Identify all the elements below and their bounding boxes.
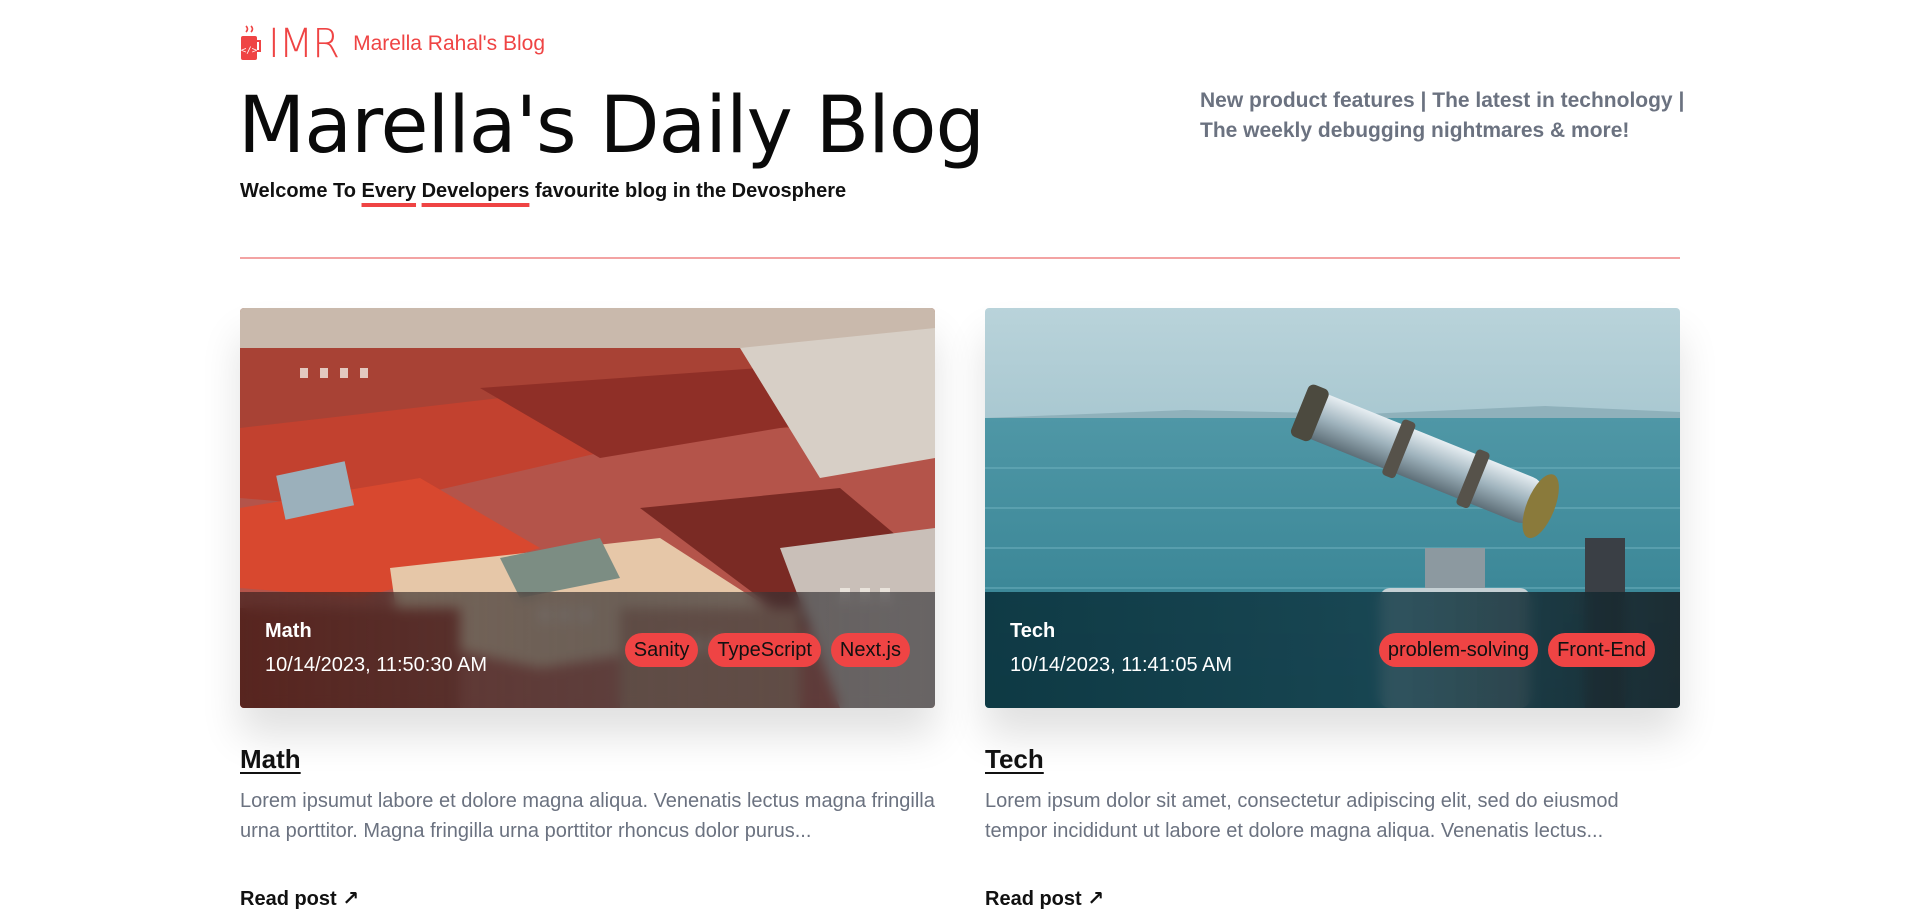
post-category: Tech: [1010, 620, 1056, 642]
post-card-math: Math 10/14/2023, 11:50:30 AM Sanity Type…: [240, 308, 935, 910]
welcome-prefix: Welcome To: [240, 180, 362, 202]
brand-link[interactable]: </> IMR Marella Rahal's Blog: [240, 22, 545, 66]
welcome-subtitle: Welcome To Every Developers favourite bl…: [240, 180, 846, 203]
welcome-word-every: Every: [361, 180, 417, 202]
tag-badge[interactable]: problem-solving: [1378, 633, 1539, 667]
post-tags: Sanity TypeScript Next.js: [624, 633, 910, 667]
page-title: Marella's Daily Blog: [238, 81, 985, 171]
tag-badge[interactable]: Sanity: [624, 633, 699, 667]
page: </> IMR Marella Rahal's Blog Marella's D…: [0, 0, 1920, 910]
tag-badge[interactable]: Next.js: [830, 633, 910, 667]
brand-monogram: IMR: [268, 21, 340, 67]
post-date: 10/14/2023, 11:50:30 AM: [265, 654, 488, 676]
header-divider: [240, 257, 1680, 259]
tagline: New product features | The latest in tec…: [1200, 89, 1685, 142]
read-post-link[interactable]: Read post ↗: [240, 886, 359, 911]
tag-badge[interactable]: Front-End: [1548, 633, 1655, 667]
post-overlay: Math 10/14/2023, 11:50:30 AM Sanity Type…: [240, 592, 935, 708]
post-card-tech: Tech 10/14/2023, 11:41:05 AM problem-sol…: [985, 308, 1680, 910]
tag-badge[interactable]: TypeScript: [708, 633, 821, 667]
post-image-link[interactable]: Math 10/14/2023, 11:50:30 AM Sanity Type…: [240, 308, 935, 708]
coffee-mug-icon: </>: [241, 25, 261, 60]
post-tags: problem-solving Front-End: [1378, 633, 1655, 667]
read-post-link[interactable]: Read post ↗: [985, 886, 1104, 911]
post-category: Math: [265, 620, 312, 642]
post-image-link[interactable]: Tech 10/14/2023, 11:41:05 AM problem-sol…: [985, 308, 1680, 708]
post-excerpt: Lorem ipsum dolor sit amet, consectetur …: [985, 790, 1619, 842]
svg-text:</>: </>: [241, 46, 258, 56]
welcome-suffix: favourite blog in the Devosphere: [529, 180, 847, 202]
post-excerpt: Lorem ipsumut labore et dolore magna ali…: [240, 790, 935, 842]
brand-blog-name: Marella Rahal's Blog: [353, 32, 546, 55]
post-title-link[interactable]: Tech: [985, 744, 1044, 775]
post-date: 10/14/2023, 11:41:05 AM: [1010, 654, 1233, 676]
post-overlay: Tech 10/14/2023, 11:41:05 AM problem-sol…: [985, 592, 1680, 708]
welcome-word-developers: Developers: [421, 180, 530, 202]
post-title-link[interactable]: Math: [240, 744, 301, 775]
